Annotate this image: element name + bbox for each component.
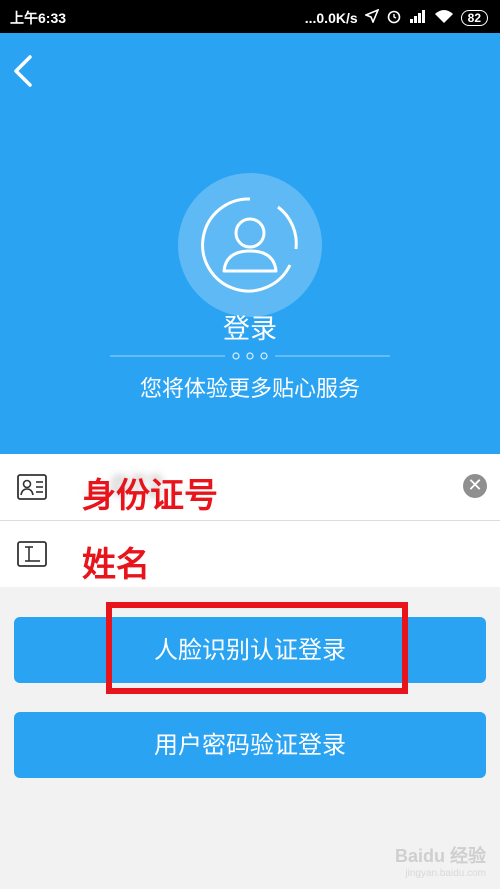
title-divider — [110, 352, 390, 360]
avatar — [178, 173, 322, 317]
network-speed: ...0.0K/s — [304, 9, 358, 26]
clear-icon[interactable]: ✕ — [463, 474, 487, 498]
user-icon — [201, 197, 298, 293]
watermark-url: jingyan.baidu.com — [405, 868, 486, 879]
alarm-icon — [386, 8, 402, 27]
id-number-field[interactable]: …072… 身份证号 ✕ — [0, 454, 500, 521]
id-number-annotation: 身份证号 — [82, 476, 218, 516]
back-button[interactable] — [10, 51, 40, 91]
page-title: 登录 — [223, 314, 277, 345]
signal-icon — [409, 9, 427, 26]
id-card-icon — [16, 472, 48, 502]
name-input-icon — [16, 539, 48, 569]
chevron-left-icon — [14, 55, 32, 87]
status-time: 上午6:33 — [10, 10, 67, 26]
wifi-icon — [434, 9, 454, 26]
name-annotation: 姓名 — [82, 545, 150, 585]
page-subtitle: 您将体验更多贴心服务 — [139, 377, 360, 402]
baidu-watermark: Baidu 经验 jingyan.baidu.com — [395, 842, 486, 879]
battery-indicator: 82 — [460, 9, 488, 26]
password-login-button[interactable]: 用户密码验证登录 — [14, 712, 486, 778]
name-field[interactable]: 姓名 — [0, 521, 500, 587]
login-header: 登录 您将体验更多贴心服务 — [0, 33, 500, 454]
location-icon — [363, 8, 380, 26]
face-recognition-login-button[interactable]: 人脸识别认证登录 — [14, 617, 486, 683]
status-icons: ...0.0K/s 82 — [305, 8, 488, 27]
status-bar: 上午6:33 ...0.0K/s 82 — [0, 0, 500, 33]
watermark-brand: Baidu 经验 — [394, 846, 486, 866]
